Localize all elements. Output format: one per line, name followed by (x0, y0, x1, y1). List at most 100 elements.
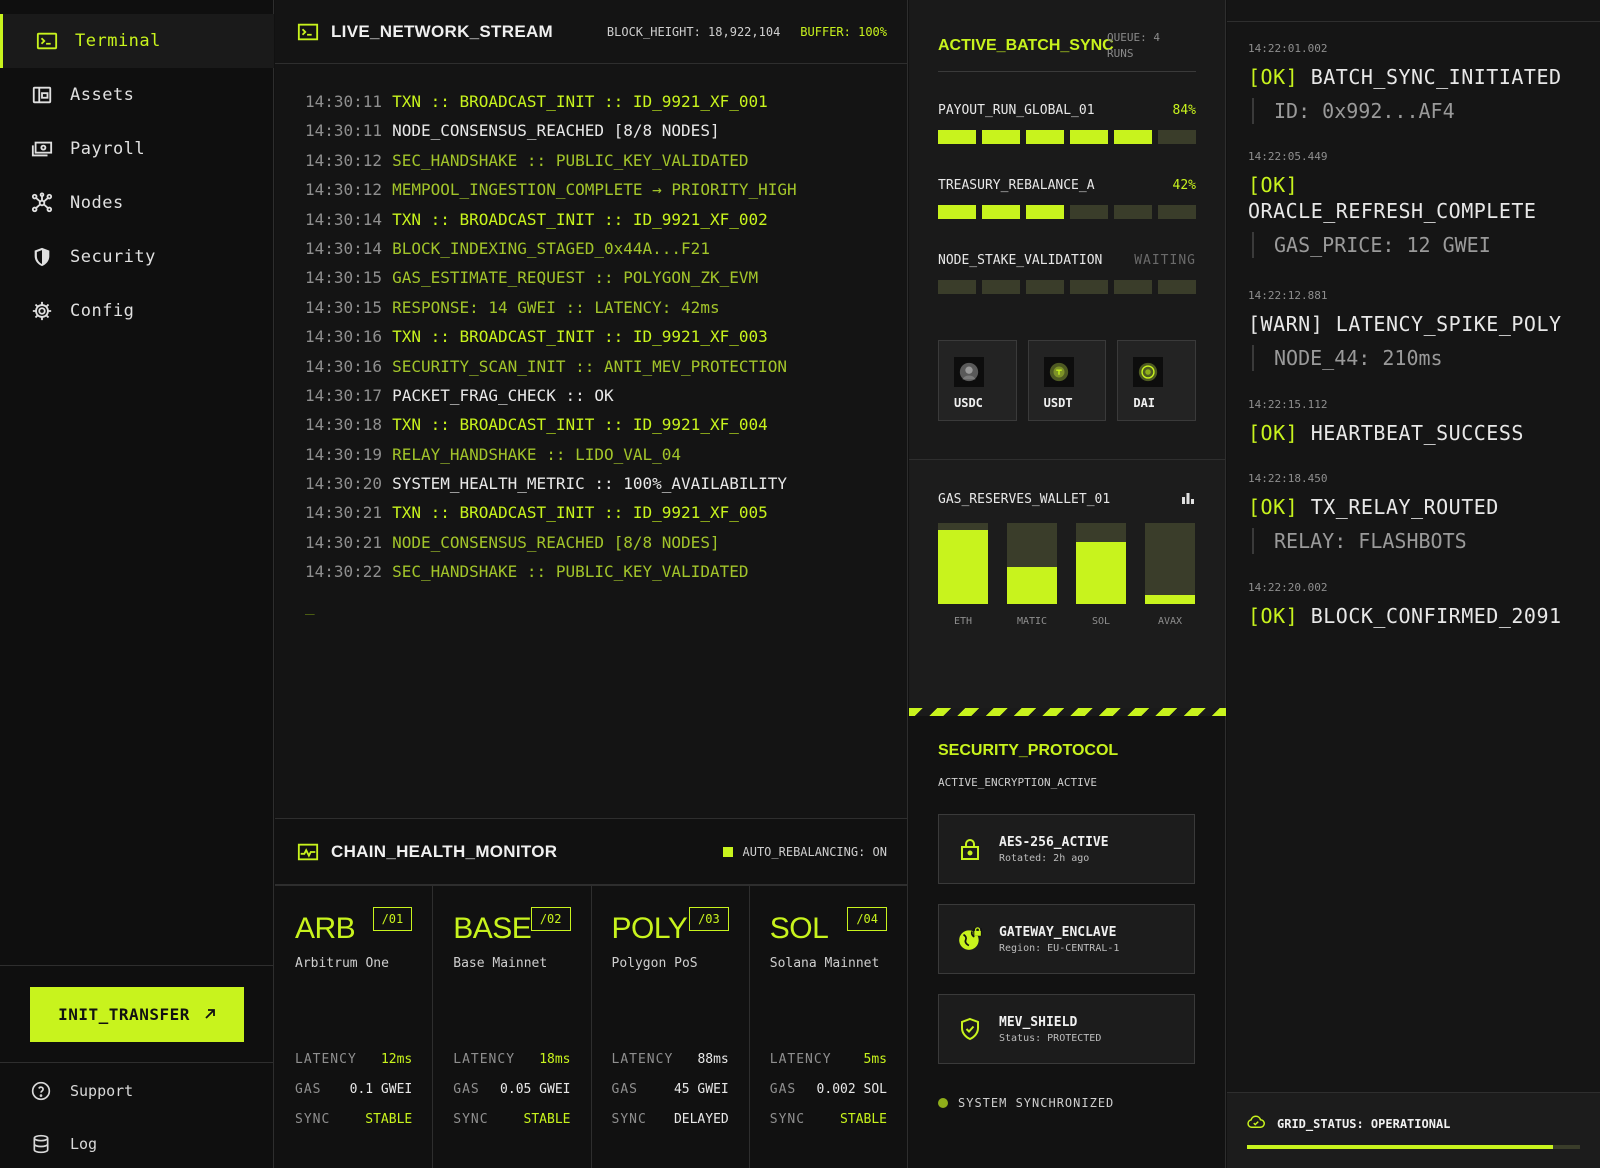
security-card-aes[interactable]: AES-256_ACTIVE Rotated: 2h ago (938, 814, 1195, 884)
asset-tile-usdt[interactable]: USDT (1027, 340, 1107, 421)
sidebar-footer-label: Support (70, 1082, 134, 1100)
asset-label: DAI (1133, 396, 1156, 410)
batch-run-status: WAITING (1134, 253, 1196, 268)
log-timestamp: 14:30:20 (305, 474, 383, 494)
init-transfer-button[interactable]: INIT_TRANSFER (30, 987, 244, 1042)
bar-chart-icon[interactable] (1181, 490, 1195, 509)
log-timestamp: 14:30:14 (305, 209, 383, 229)
sidebar-item-label: Payroll (70, 139, 146, 159)
batch-run-status: 42% (1172, 178, 1196, 193)
batch-run-status: 84% (1172, 103, 1196, 118)
progress-segment (938, 130, 976, 144)
progress-segment (938, 280, 976, 294)
chain-stat-label: LATENCY (295, 1052, 357, 1067)
log-timestamp: 14:30:14 (305, 238, 383, 258)
hazard-stripe (909, 708, 1226, 716)
log-lines: 14:30:11 TXN :: BROADCAST_INIT :: ID_9921… (305, 92, 797, 592)
auto-rebalancing-toggle[interactable]: AUTO_REBALANCING: ON (722, 845, 887, 859)
system-sync-label: SYSTEM SYNCHRONIZED (958, 1096, 1115, 1110)
security-card-gateway[interactable]: GATEWAY_ENCLAVE Region: EU-CENTRAL-1 (938, 904, 1195, 974)
log-timestamp: 14:30:17 (305, 385, 383, 405)
event-timestamp: 14:22:15.112 (1248, 398, 1328, 411)
stream-title: LIVE_NETWORK_STREAM (331, 21, 553, 41)
chain-stat-latency: LATENCY 5ms (770, 1052, 887, 1067)
sidebar-item-log[interactable]: Log (30, 1133, 97, 1155)
batch-run-header: TREASURY_REBALANCE_A 42% (938, 178, 1196, 193)
sidebar-item-config[interactable]: Config (0, 284, 274, 338)
chain-symbol: BASE (453, 912, 532, 945)
event-text: TX_RELAY_ROUTED (1310, 495, 1499, 519)
chain-stat-value: STABLE (523, 1112, 571, 1127)
event-log-header (1227, 0, 1600, 22)
chain-index-badge: /03 (689, 907, 729, 931)
chain-name: Solana Mainnet (769, 956, 880, 971)
grid-status-row: GRID_STATUS: OPERATIONAL (1247, 1115, 1450, 1132)
chain-stat-value: STABLE (840, 1112, 887, 1127)
gas-bar-sol: SOL (1076, 523, 1126, 627)
sidebar-item-assets[interactable]: Assets (0, 68, 274, 122)
chain-stat-label: LATENCY (611, 1052, 674, 1067)
network-icon (30, 191, 54, 215)
asset-tile-usdc[interactable]: USDC (938, 340, 1017, 421)
security-card-mev[interactable]: MEV_SHIELD Status: PROTECTED (938, 994, 1195, 1064)
log-timestamp: 14:30:16 (305, 327, 383, 347)
chain-card-poly[interactable]: POLY/03 Polygon PoS LATENCY 88ms GAS 45 GWEI S… (592, 886, 750, 1168)
chain-health-header: CHAIN_HEALTH_MONITOR AUTO_REBALANCING: O… (275, 819, 907, 885)
event-item[interactable]: 14:22:15.112 [OK] HEARTBEAT_SUCCESS (1248, 398, 1580, 446)
asset-tile-dai[interactable]: DAI (1117, 340, 1197, 421)
event-text: BLOCK_CONFIRMED_2091 (1310, 604, 1562, 628)
chain-stat-gas: GAS 0.002 SOL (770, 1082, 887, 1097)
event-item[interactable]: 14:22:20.002 [OK] BLOCK_CONFIRMED_2091 (1248, 581, 1580, 629)
chain-stat-sync: SYNC DELAYED (612, 1112, 729, 1127)
event-text: BATCH_SYNC_INITIATED (1310, 65, 1562, 89)
log-timestamp: 14:30:22 (305, 562, 383, 582)
event-item[interactable]: 14:22:05.449 [OK] ORACLE_REFRESH_COMPLETE… (1248, 150, 1580, 258)
sidebar-item-terminal[interactable]: Terminal (0, 14, 274, 68)
status-dot-icon (938, 1098, 948, 1108)
event-item[interactable]: 14:22:12.881 [WARN] LATENCY_SPIKE_POLY NOD… (1248, 289, 1580, 371)
event-detail: NODE_44: 210ms (1252, 345, 1580, 371)
sidebar-item-support[interactable]: Support (30, 1080, 133, 1102)
event-tag: [WARN] (1248, 312, 1324, 336)
chain-cards: ARB/01 Arbitrum One LATENCY 12ms GAS 0.1 GWEI… (275, 885, 907, 1168)
init-transfer-label: INIT_TRANSFER (58, 1005, 190, 1024)
security-card-sub: Rotated: 2h ago (999, 852, 1090, 864)
event-text: LATENCY_SPIKE_POLY (1335, 312, 1562, 336)
chain-card-sol[interactable]: SOL/04 Solana Mainnet LATENCY 5ms GAS 0.002 S… (750, 886, 907, 1168)
chain-stat-value: 5ms (863, 1052, 887, 1067)
gas-bar-matic: MATIC (1007, 523, 1057, 627)
gas-bar-eth: ETH (938, 523, 988, 627)
chain-name: Polygon PoS (611, 956, 698, 971)
chain-stat-latency: LATENCY 18ms (453, 1052, 570, 1067)
sidebar-item-nodes[interactable]: Nodes (0, 176, 274, 230)
log-line: 14:30:20 SYSTEM_HEALTH_METRIC :: 100%_AVA… (305, 474, 797, 503)
sidebar-item-security[interactable]: Security (0, 230, 274, 284)
event-message: [OK] TX_RELAY_ROUTED (1248, 494, 1580, 520)
log-line: 14:30:12 MEMPOOL_INGESTION_COMPLETE → PRI… (305, 180, 797, 209)
event-item[interactable]: 14:22:18.450 [OK] TX_RELAY_ROUTED RELAY: F… (1248, 472, 1580, 554)
gas-bar-fill (1076, 542, 1126, 604)
batch-run: TREASURY_REBALANCE_A 42% (938, 178, 1196, 219)
security-card-sub: Status: PROTECTED (999, 1032, 1102, 1044)
sidebar-item-label: Assets (70, 85, 135, 105)
log-line: 14:30:11 TXN :: BROADCAST_INIT :: ID_9921… (305, 92, 797, 121)
chain-card-arb[interactable]: ARB/01 Arbitrum One LATENCY 12ms GAS 0.1 GWEI… (275, 886, 434, 1168)
chain-card-base[interactable]: BASE/02 Base Mainnet LATENCY 18ms GAS 0.05 GW… (433, 886, 592, 1168)
event-item[interactable]: 14:22:01.002 [OK] BATCH_SYNC_INITIATED ID:… (1248, 42, 1580, 124)
sidebar-item-payroll[interactable]: Payroll (0, 122, 274, 176)
chain-health-title: CHAIN_HEALTH_MONITOR (331, 841, 558, 861)
gas-bar-label: AVAX (1157, 616, 1183, 627)
log-timestamp: 14:30:11 (305, 92, 383, 111)
log-timestamp: 14:30:12 (305, 150, 383, 170)
lock-icon (957, 836, 983, 862)
event-tag: [OK] (1248, 173, 1299, 197)
progress-segment (982, 130, 1020, 144)
log-timestamp: 14:30:21 (305, 532, 383, 552)
chain-index-badge: /02 (530, 907, 571, 931)
gear-icon (30, 299, 54, 323)
grid-status-bar: GRID_STATUS: OPERATIONAL (1227, 1092, 1600, 1168)
chain-stat-label: SYNC (295, 1112, 331, 1127)
log-line: 14:30:15 GAS_ESTIMATE_REQUEST :: POLYGON_… (305, 268, 797, 297)
sidebar-item-label: Security (70, 247, 156, 267)
log-message: BLOCK_INDEXING_STAGED_0x44A...F21 (392, 238, 710, 258)
